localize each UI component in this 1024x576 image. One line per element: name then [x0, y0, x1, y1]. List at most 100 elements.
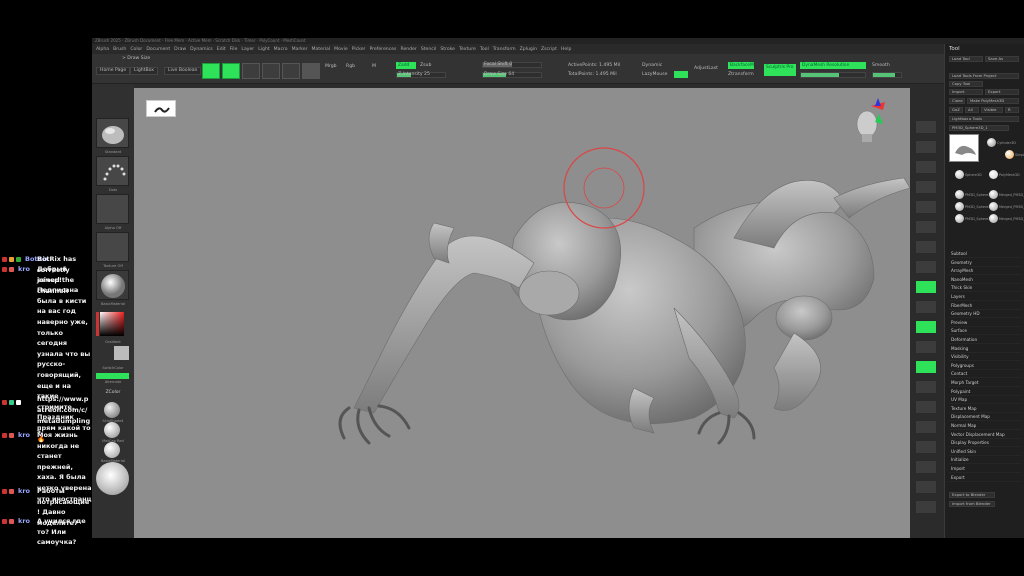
- section-nanomesh[interactable]: NanoMesh: [949, 276, 1021, 284]
- menu-dynamics[interactable]: Dynamics: [190, 47, 213, 52]
- section-display-properties[interactable]: Display Properties: [949, 439, 1021, 448]
- menu-texture[interactable]: Texture: [459, 47, 476, 52]
- shelf-bpr-button[interactable]: [915, 120, 937, 134]
- rgb-toggle[interactable]: Rgb: [346, 64, 355, 69]
- tool-thumbnail-icon[interactable]: [989, 190, 998, 199]
- shelf-l-sym-button[interactable]: [915, 300, 937, 314]
- brush-thumbnail[interactable]: [96, 118, 129, 148]
- tool-thumbnail-icon[interactable]: [989, 214, 998, 223]
- menu-stencil[interactable]: Stencil: [421, 47, 437, 52]
- section-subtool[interactable]: Subtool: [949, 250, 1021, 258]
- section-normal-map[interactable]: Normal Map: [949, 422, 1021, 430]
- menu-layer[interactable]: Layer: [241, 47, 254, 52]
- section-displacement-map[interactable]: Displacement Map: [949, 413, 1021, 422]
- shelf-persp-button[interactable]: [915, 240, 937, 254]
- section-thick-skin[interactable]: Thick Skin: [949, 284, 1021, 293]
- mrgb-toggle[interactable]: Mrgb: [325, 64, 337, 69]
- menu-alpha[interactable]: Alpha: [96, 47, 109, 52]
- section-contact[interactable]: Contact: [949, 370, 1021, 379]
- tab-lightbox[interactable]: LightBox: [130, 67, 159, 75]
- export-to-blender-button[interactable]: Export to Blender: [949, 492, 995, 498]
- secondary-color-swatch[interactable]: [114, 346, 129, 360]
- all-button[interactable]: All: [965, 107, 979, 113]
- section-texture-map[interactable]: Texture Map: [949, 405, 1021, 413]
- shelf-local-button[interactable]: [915, 280, 937, 294]
- section-initialize[interactable]: Initialize: [949, 456, 1021, 465]
- chat-username[interactable]: kro: [18, 264, 30, 275]
- draw-button[interactable]: [222, 63, 240, 79]
- tool-thumbnail-icon[interactable]: [955, 202, 964, 211]
- r-button[interactable]: R: [1005, 107, 1019, 113]
- section-deformation[interactable]: Deformation: [949, 336, 1021, 344]
- shelf-scroll-button[interactable]: [915, 160, 937, 174]
- lazymouse-on[interactable]: [674, 71, 688, 78]
- tab-live-boolean[interactable]: Live Boolean: [164, 67, 202, 75]
- shelf-polyf-button[interactable]: [915, 420, 937, 434]
- export-button[interactable]: Export: [985, 89, 1019, 95]
- load-tool-button[interactable]: Load Tool: [949, 56, 983, 62]
- visible-button[interactable]: Visible: [981, 107, 1003, 113]
- menu-preferences[interactable]: Preferences: [369, 47, 396, 52]
- ztransform-label[interactable]: Ztransform: [728, 72, 754, 77]
- menu-zscript[interactable]: Zscript: [541, 47, 557, 52]
- shelf-xpose-button[interactable]: [915, 500, 937, 514]
- alternate-toggle[interactable]: [96, 373, 129, 379]
- section-geometry[interactable]: Geometry: [949, 259, 1021, 267]
- clone-button[interactable]: Clone: [949, 98, 965, 104]
- move-button[interactable]: [242, 63, 260, 79]
- menu-transform[interactable]: Transform: [493, 47, 516, 52]
- load-tools-from-project-button[interactable]: Load Tools From Project: [949, 73, 1019, 79]
- shelf-ghost-button[interactable]: [915, 460, 937, 474]
- tool-thumbnail-icon[interactable]: [955, 170, 964, 179]
- shelf-spix-3-button[interactable]: [915, 140, 937, 154]
- stroke-thumbnail[interactable]: [96, 156, 129, 186]
- chat-username[interactable]: kro: [18, 486, 30, 497]
- menu-file[interactable]: File: [230, 47, 238, 52]
- texture-thumbnail[interactable]: [96, 232, 129, 262]
- dynamic-toggle[interactable]: Dynamic: [642, 63, 662, 68]
- save-as-button[interactable]: Save As: [985, 56, 1019, 62]
- tool-thumbnail-icon[interactable]: [955, 214, 964, 223]
- menu-render[interactable]: Render: [400, 47, 416, 52]
- goz-button[interactable]: GoZ: [949, 107, 963, 113]
- chat-username[interactable]: kro: [18, 516, 30, 527]
- section-export[interactable]: Export: [949, 474, 1021, 482]
- menu-stroke[interactable]: Stroke: [440, 47, 455, 52]
- section-vector-displacement-map[interactable]: Vector Displacement Map: [949, 431, 1021, 439]
- rotate-button[interactable]: [282, 63, 300, 79]
- shelf-zoom3d-button[interactable]: [915, 380, 937, 394]
- section-fibermesh[interactable]: FiberMesh: [949, 302, 1021, 310]
- material-thumbnail[interactable]: [96, 270, 129, 300]
- material-skin-icon[interactable]: [104, 402, 120, 418]
- menu-marker[interactable]: Marker: [292, 47, 308, 52]
- current-tool-name[interactable]: PM3D_Sphere3D_1: [949, 125, 1009, 131]
- color-picker[interactable]: [96, 310, 129, 340]
- import-button[interactable]: Import: [949, 89, 983, 95]
- tool-thumbnail-icon[interactable]: [1005, 150, 1014, 159]
- backface-mask-toggle[interactable]: BackfaceMask: [728, 62, 754, 69]
- menu-light[interactable]: Light: [258, 47, 269, 52]
- switch-color-label[interactable]: SwitchColor: [94, 366, 132, 370]
- lightbox-tools-button[interactable]: Lightbox ▸ Tools: [949, 116, 1019, 122]
- tab-home-page[interactable]: Home Page: [96, 67, 131, 75]
- dynamesh-resolution-slider[interactable]: [800, 72, 866, 78]
- section-visibility[interactable]: Visibility: [949, 353, 1021, 362]
- menu-zplugin[interactable]: Zplugin: [520, 47, 537, 52]
- make-polymesh3d-button[interactable]: Make PolyMesh3D: [967, 98, 1019, 104]
- shelf-solo-button[interactable]: [915, 480, 937, 494]
- shelf-transp-button[interactable]: [915, 440, 937, 454]
- zadd-toggle[interactable]: Zadd: [396, 62, 416, 69]
- copy-tool-button[interactable]: Copy Tool: [949, 81, 983, 87]
- brush-alpha-preview-icon[interactable]: [96, 462, 129, 495]
- shelf-aahalf-button[interactable]: [915, 220, 937, 234]
- menu-help[interactable]: Help: [561, 47, 571, 52]
- shelf-rotate-button[interactable]: [915, 400, 937, 414]
- sculpt-model[interactable]: [134, 88, 910, 538]
- section-layers[interactable]: Layers: [949, 293, 1021, 301]
- section-polypaint[interactable]: Polypaint: [949, 388, 1021, 396]
- material-matcap-icon[interactable]: [104, 422, 120, 438]
- section-surface[interactable]: Surface: [949, 327, 1021, 336]
- section-morph-target[interactable]: Morph Target: [949, 379, 1021, 387]
- navigation-gizmo-icon[interactable]: [849, 96, 889, 146]
- menu-tool[interactable]: Tool: [480, 47, 489, 52]
